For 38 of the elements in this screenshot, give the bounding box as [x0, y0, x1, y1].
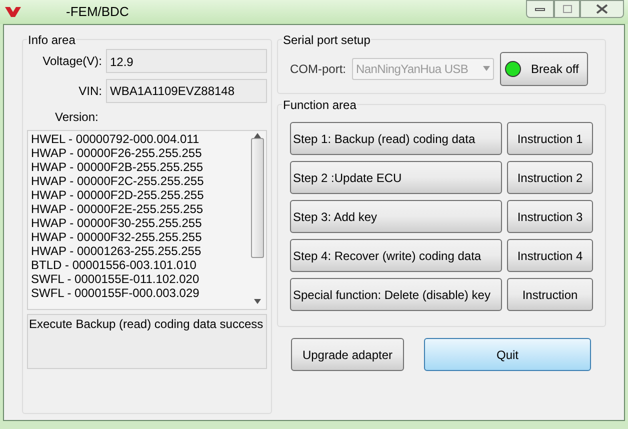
- function-button[interactable]: Special function: Delete (disable) key: [290, 278, 502, 311]
- version-entry: HWAP - 00000F26-255.255.255: [31, 146, 203, 160]
- quit-button[interactable]: Quit: [424, 338, 591, 371]
- upgrade-adapter-button[interactable]: Upgrade adapter: [291, 338, 404, 371]
- field-label: VIN:: [78, 83, 102, 100]
- function-button[interactable]: Step 2 :Update ECU: [290, 161, 502, 194]
- field-label: COM-port:: [290, 60, 346, 78]
- function-button[interactable]: Step 4: Recover (write) coding data: [290, 239, 502, 272]
- vin-field: WBA1A1109EVZ88148: [106, 79, 267, 103]
- break-off-button[interactable]: Break off: [500, 52, 588, 86]
- minimize-icon[interactable]: [526, 0, 554, 18]
- version-entry: HWAP - 00000F2D-255.255.255: [31, 188, 205, 202]
- version-entry: HWAP - 00000F30-255.255.255: [31, 216, 203, 230]
- app-logo-icon: [4, 6, 22, 18]
- version-entry: HWAP - 00000F32-255.255.255: [31, 230, 203, 244]
- version-entry: SWFL - 0000155E-011.102.020: [31, 272, 200, 286]
- version-entry: HWAP - 00000F2E-255.255.255: [31, 202, 204, 216]
- instruction-button[interactable]: Instruction 1: [507, 122, 593, 155]
- instruction-button[interactable]: Instruction: [507, 278, 593, 311]
- function-button[interactable]: Step 3: Add key: [290, 200, 502, 233]
- version-entry: BTLD - 00001556-003.101.010: [31, 258, 198, 272]
- dropdown-caret-icon: [483, 66, 490, 71]
- version-entry: HWAP - 00001263-255.255.255: [31, 244, 202, 258]
- version-entry: HWAP - 00000F2B-255.255.255: [31, 160, 204, 174]
- function-button[interactable]: Step 1: Backup (read) coding data: [290, 122, 502, 155]
- instruction-button[interactable]: Instruction 3: [507, 200, 593, 233]
- log-box: Execute Backup (read) coding data success: [27, 314, 267, 369]
- version-entry: SWFL - 0000155F-000.003.029: [31, 286, 200, 300]
- scroll-down-icon[interactable]: [254, 299, 261, 304]
- instruction-button[interactable]: Instruction 2: [507, 161, 593, 194]
- close-icon[interactable]: [580, 0, 624, 18]
- version-entry: HWAP - 00000F2C-255.255.255: [31, 174, 205, 188]
- voltage-field: 12.9: [106, 49, 267, 73]
- field-label: Version:: [55, 109, 100, 126]
- window-title: -FEM/BDC: [66, 3, 129, 22]
- version-entry: HWEL - 00000792-000.004.011: [31, 132, 200, 146]
- instruction-button[interactable]: Instruction 4: [507, 239, 593, 272]
- field-label: Voltage(V):: [42, 53, 102, 70]
